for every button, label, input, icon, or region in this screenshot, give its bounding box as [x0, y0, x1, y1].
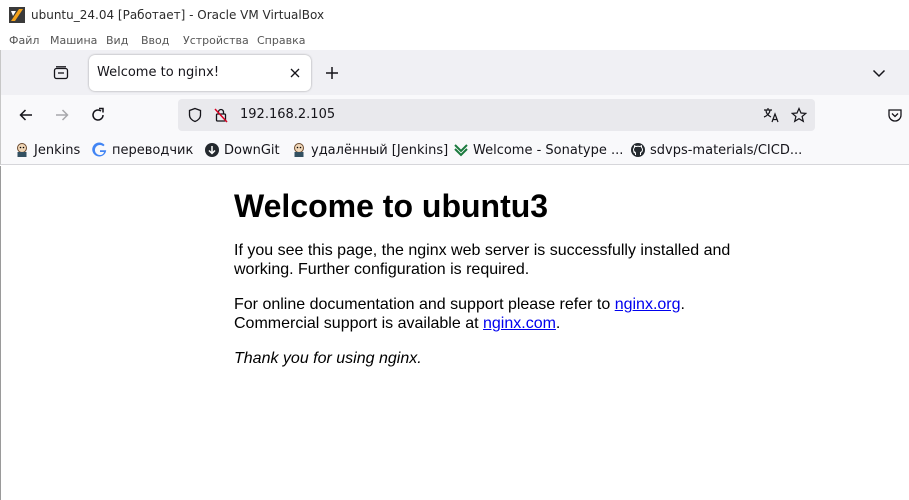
plus-icon	[326, 67, 338, 79]
jenkins-icon	[291, 142, 307, 158]
url-bar[interactable]: 192.168.2.105	[178, 99, 815, 131]
menu-machine[interactable]: Машина	[50, 34, 97, 47]
list-all-tabs-button[interactable]	[868, 62, 890, 84]
virtualbox-menubar: Файл Машина Вид Ввод Устройства Справка	[0, 31, 909, 50]
insecure-lock-icon	[214, 108, 228, 123]
github-icon	[630, 142, 646, 158]
reload-icon	[92, 107, 104, 121]
shield-icon	[188, 107, 202, 123]
firefox-view-button[interactable]	[49, 62, 73, 84]
pocket-button[interactable]	[883, 103, 907, 127]
bookmark-star-button[interactable]	[790, 106, 808, 124]
nginx-welcome-content: Welcome to ubuntu3 If you see this page,…	[234, 188, 754, 384]
menu-devices[interactable]: Устройства	[183, 34, 249, 47]
nginx-com-link[interactable]: nginx.com	[483, 315, 556, 332]
star-icon	[791, 107, 807, 123]
thank-you-message: Thank you for using nginx.	[234, 350, 422, 367]
forward-button[interactable]	[50, 103, 74, 127]
url-text: 192.168.2.105	[240, 107, 336, 122]
arrow-left-icon	[19, 109, 32, 121]
jenkins-icon	[14, 142, 30, 158]
tracking-protection-button[interactable]	[186, 106, 204, 124]
downgit-icon	[204, 142, 220, 158]
menu-view[interactable]: Вид	[106, 34, 128, 47]
firefox-view-icon	[53, 66, 69, 80]
window-title: ubuntu_24.04 [Работает] - Oracle VM Virt…	[31, 8, 325, 22]
page-viewport: Welcome to ubuntu3 If you see this page,…	[0, 166, 909, 500]
back-button[interactable]	[14, 103, 38, 127]
sonatype-icon	[453, 142, 469, 158]
bookmark-jenkins[interactable]: Jenkins	[14, 141, 80, 159]
install-message: If you see this page, the nginx web serv…	[234, 242, 731, 278]
browser-navbar: 192.168.2.105	[0, 95, 909, 135]
arrow-right-icon	[56, 109, 69, 121]
bookmark-translator[interactable]: переводчик	[92, 141, 193, 159]
bookmarks-toolbar: Jenkins переводчик DownGit удалённый [Je…	[0, 135, 909, 165]
google-icon	[92, 142, 108, 158]
menu-help[interactable]: Справка	[257, 34, 305, 47]
menu-file[interactable]: Файл	[9, 34, 39, 47]
chevron-down-icon	[872, 69, 886, 78]
menu-input[interactable]: Ввод	[141, 34, 169, 47]
virtualbox-titlebar: ubuntu_24.04 [Работает] - Oracle VM Virt…	[0, 0, 909, 31]
tab-title: Welcome to nginx!	[97, 65, 220, 80]
tab-active[interactable]: Welcome to nginx!	[89, 55, 311, 91]
bookmark-sonatype[interactable]: Welcome - Sonatype ...	[453, 141, 623, 159]
nginx-org-link[interactable]: nginx.org	[615, 296, 681, 313]
page-heading: Welcome to ubuntu3	[234, 188, 549, 224]
site-security-button[interactable]	[212, 106, 230, 124]
translate-button[interactable]	[762, 106, 780, 124]
tab-close-button[interactable]	[286, 64, 304, 82]
reload-button[interactable]	[86, 103, 110, 127]
bookmark-remote-jenkins[interactable]: удалённый [Jenkins]	[291, 141, 448, 159]
close-icon	[290, 68, 300, 78]
pocket-icon	[888, 109, 902, 122]
new-tab-button[interactable]	[321, 62, 343, 84]
bookmark-downgit[interactable]: DownGit	[204, 141, 280, 159]
translate-icon	[763, 108, 779, 123]
support-message: For online documentation and support ple…	[234, 296, 685, 332]
virtualbox-app-icon	[9, 7, 25, 23]
bookmark-sdvps-materials[interactable]: sdvps-materials/CICD...	[630, 141, 802, 159]
browser-tabbar: Welcome to nginx!	[0, 50, 909, 95]
